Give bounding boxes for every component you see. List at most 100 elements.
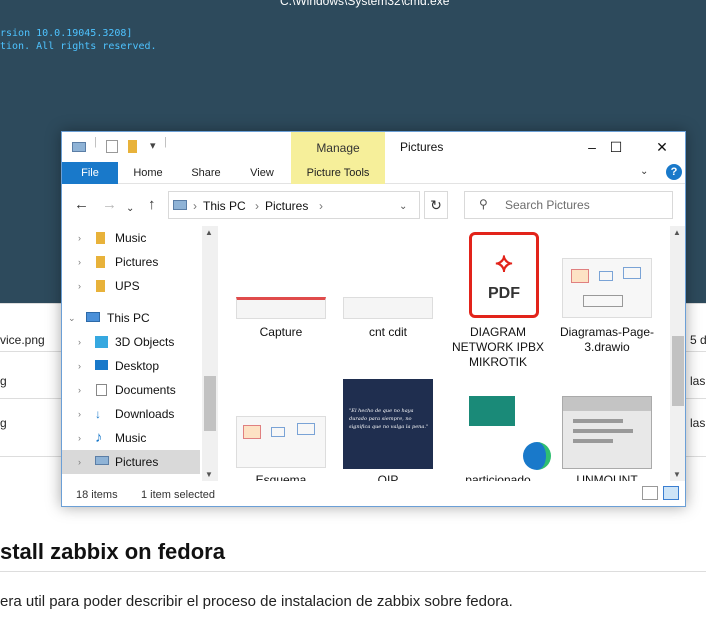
- help-icon[interactable]: ?: [666, 164, 682, 180]
- expand-arrow-icon[interactable]: ›: [78, 330, 81, 354]
- file-item-cnt-cdit[interactable]: cnt cdit: [339, 226, 437, 366]
- refresh-icon[interactable]: ↻: [424, 191, 448, 219]
- back-arrow-icon[interactable]: ←: [74, 196, 89, 214]
- window-icon: [72, 142, 86, 152]
- breadcrumb-separator: ›: [193, 199, 197, 213]
- file-name: OIP: [377, 473, 399, 481]
- file-name: UNMOUNT: [576, 473, 638, 481]
- sidebar-item-label: Pictures: [115, 255, 159, 269]
- pictures-icon: [95, 456, 109, 465]
- expand-arrow-icon[interactable]: ›: [78, 402, 81, 426]
- window-title: Pictures: [400, 140, 444, 154]
- quick-access-dropdown-icon[interactable]: ▾: [150, 139, 156, 152]
- expand-ribbon-icon[interactable]: ⌄: [640, 166, 648, 177]
- scroll-thumb[interactable]: [672, 336, 684, 406]
- tab-manage[interactable]: Manage: [291, 132, 385, 162]
- image-thumbnail: [562, 396, 652, 469]
- file-item-unmount[interactable]: UNMOUNT: [558, 376, 656, 481]
- tab-view[interactable]: View: [240, 162, 284, 184]
- table-cell: las: [690, 416, 706, 430]
- sidebar-item-label: UPS: [115, 279, 140, 293]
- scroll-down-icon[interactable]: ▼: [205, 470, 213, 479]
- sidebar-item-label: Pictures: [115, 455, 159, 469]
- file-list: Capture cnt cdit ⟡ PDF DIAGRAM NETWORK I…: [218, 226, 685, 481]
- table-cell: las: [690, 374, 706, 388]
- collapse-arrow-icon[interactable]: ⌄: [68, 306, 76, 330]
- large-icons-view-icon[interactable]: [663, 486, 679, 500]
- console-line: tion. All rights reserved.: [0, 41, 157, 52]
- sidebar-item-downloads[interactable]: › ↓ Downloads: [62, 402, 200, 426]
- expand-arrow-icon[interactable]: ›: [78, 450, 81, 474]
- tab-share[interactable]: Share: [183, 162, 229, 184]
- recent-locations-icon[interactable]: ⌄: [126, 200, 134, 218]
- table-cell: vice.png: [0, 333, 45, 347]
- file-name: cnt cdit: [368, 325, 407, 339]
- image-thumbnail: [343, 297, 433, 319]
- console-title: C:\Windows\System32\cmd.exe: [280, 0, 450, 8]
- expand-arrow-icon[interactable]: ›: [78, 426, 81, 450]
- expand-arrow-icon[interactable]: ›: [78, 226, 81, 250]
- scroll-down-icon[interactable]: ▼: [673, 470, 681, 479]
- table-cell: 5 da: [690, 333, 706, 347]
- expand-arrow-icon[interactable]: ›: [78, 378, 81, 402]
- sidebar-item-label: Music: [115, 231, 147, 245]
- sidebar-item-ups[interactable]: › UPS: [62, 274, 200, 298]
- search-box[interactable]: ⚲: [464, 191, 673, 219]
- up-arrow-icon[interactable]: ↑: [148, 196, 156, 214]
- pdf-badge: PDF: [488, 285, 520, 302]
- search-icon: ⚲: [479, 197, 488, 211]
- edge-icon: [523, 442, 551, 470]
- tab-picture-tools[interactable]: Picture Tools: [291, 162, 385, 184]
- scroll-thumb[interactable]: [204, 376, 216, 431]
- sidebar-item-label: Documents: [115, 383, 176, 397]
- file-name: Diagramas-Page-3.drawio: [559, 325, 655, 354]
- forward-arrow-icon[interactable]: →: [102, 196, 117, 214]
- file-item-esquema[interactable]: Esquema: [232, 376, 330, 481]
- documents-icon: [96, 384, 107, 396]
- expand-arrow-icon[interactable]: ›: [78, 250, 81, 274]
- file-item-capture[interactable]: Capture: [232, 226, 330, 366]
- expand-arrow-icon[interactable]: ›: [78, 274, 81, 298]
- scroll-up-icon[interactable]: ▲: [205, 228, 213, 237]
- breadcrumb-separator: ›: [319, 199, 323, 213]
- folder-icon[interactable]: [128, 140, 137, 153]
- selection-count: 1 item selected: [141, 489, 215, 501]
- sidebar-item-this-pc[interactable]: ⌄ This PC: [62, 306, 200, 330]
- sidebar-item-3d-objects[interactable]: › 3D Objects: [62, 330, 200, 354]
- folder-icon: [96, 280, 105, 292]
- content-scrollbar[interactable]: ▲ ▼: [670, 226, 685, 481]
- address-bar[interactable]: › This PC › Pictures › ⌄: [168, 191, 420, 219]
- file-item-particionado[interactable]: particionado: [449, 376, 551, 481]
- sidebar-item-desktop[interactable]: › Desktop: [62, 354, 200, 378]
- sidebar-item-label: Downloads: [115, 407, 175, 421]
- image-thumbnail: [236, 297, 326, 319]
- sidebar-item-music-library[interactable]: › ♪ Music: [62, 426, 200, 450]
- properties-icon[interactable]: [106, 140, 118, 153]
- sidebar-item-music[interactable]: › Music: [62, 226, 200, 250]
- tab-file[interactable]: File: [62, 162, 118, 184]
- image-thumbnail: [469, 396, 515, 426]
- file-item-diagramas-page-3[interactable]: Diagramas-Page-3.drawio: [558, 226, 656, 366]
- nav-scrollbar[interactable]: ▲ ▼: [202, 226, 218, 481]
- sidebar-item-documents[interactable]: › Documents: [62, 378, 200, 402]
- tab-home[interactable]: Home: [125, 162, 171, 184]
- sidebar-item-pictures-library[interactable]: › Pictures: [62, 450, 200, 474]
- sidebar-item-label: Desktop: [115, 359, 160, 373]
- download-icon: ↓: [95, 407, 101, 421]
- sidebar-item-pictures[interactable]: › Pictures: [62, 250, 200, 274]
- scroll-up-icon[interactable]: ▲: [673, 228, 681, 237]
- breadcrumb-this-pc[interactable]: This PC: [203, 199, 246, 213]
- close-button[interactable]: ✕: [639, 136, 685, 158]
- file-item-oip[interactable]: "El hecho de que no haya durado para sie…: [339, 376, 437, 481]
- desktop-icon: [95, 360, 108, 370]
- file-name: Esquema: [255, 473, 307, 481]
- acrobat-icon: ⟡: [495, 247, 513, 277]
- expand-arrow-icon[interactable]: ›: [78, 354, 81, 378]
- details-view-icon[interactable]: [642, 486, 658, 500]
- address-dropdown-icon[interactable]: ⌄: [399, 201, 407, 212]
- search-input[interactable]: [505, 198, 665, 212]
- maximize-button[interactable]: ☐: [593, 136, 639, 158]
- breadcrumb-pictures[interactable]: Pictures: [265, 199, 308, 213]
- image-thumbnail: "El hecho de que no haya durado para sie…: [343, 379, 433, 469]
- file-item-diagram-network[interactable]: ⟡ PDF DIAGRAM NETWORK IPBX MIKROTIK: [449, 226, 547, 369]
